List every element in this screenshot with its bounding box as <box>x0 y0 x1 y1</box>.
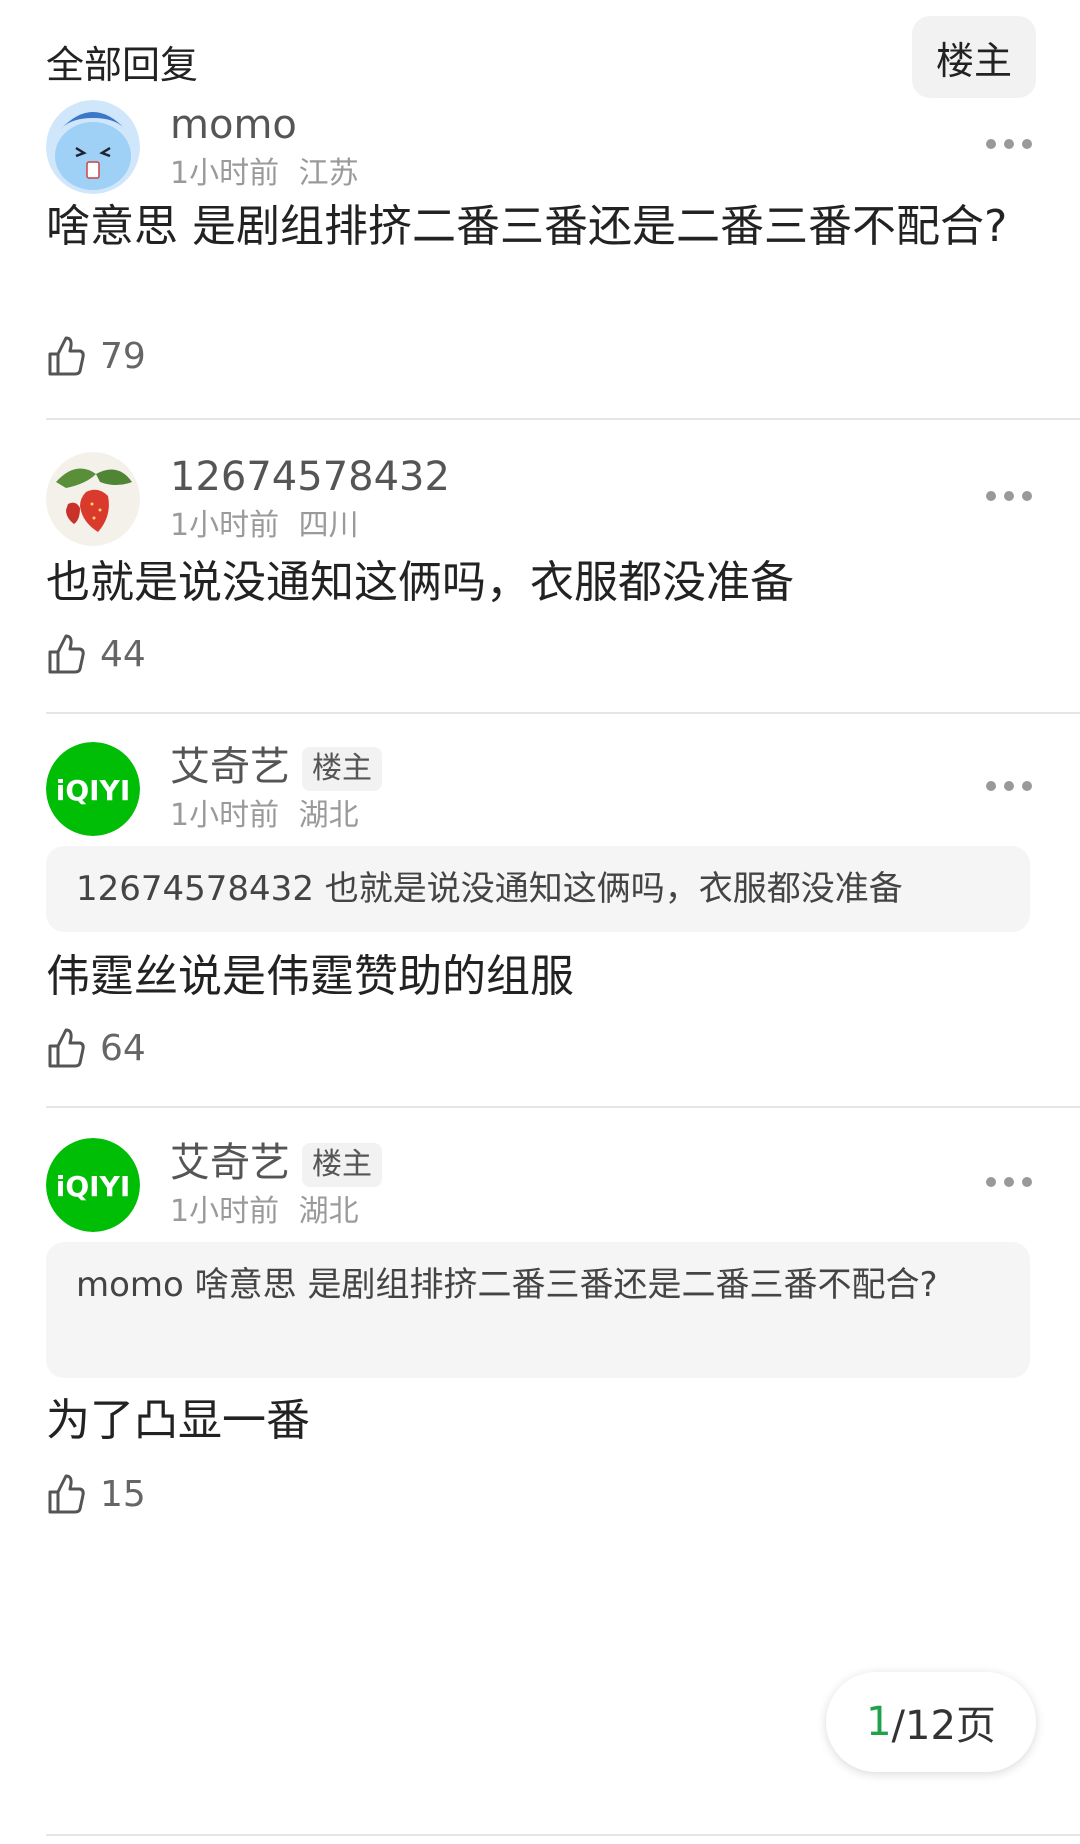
more-options-icon[interactable] <box>986 776 1034 796</box>
comment-meta: 1小时前 湖北 <box>170 1192 359 1232</box>
like-count: 64 <box>100 1027 146 1069</box>
thumbs-up-icon <box>48 336 85 376</box>
comment-meta: 1小时前 四川 <box>170 506 359 546</box>
comment-location: 湖北 <box>298 798 359 833</box>
divider <box>46 712 1080 714</box>
comment-time: 1小时前 <box>170 798 280 833</box>
thumbs-up-icon <box>48 1028 85 1068</box>
comment-item: momo 1小时前 江苏 啥意思 是剧组排挤二番三番还是二番三番不配合? 79 <box>0 100 1080 420</box>
like-count: 15 <box>100 1473 146 1515</box>
user-avatar[interactable]: iQIYI <box>46 742 140 836</box>
owner-badge: 楼主 <box>302 1143 382 1187</box>
like-count: 79 <box>100 335 146 377</box>
iqiyi-logo-text: iQIYI <box>56 774 131 807</box>
owner-only-button[interactable]: 楼主 <box>912 16 1036 98</box>
comment-item: iQIYI 艾奇艺 楼主 1小时前 湖北 12674578432 也就是说没通知这… <box>0 742 1080 1102</box>
like-button[interactable]: 64 <box>46 1018 146 1078</box>
like-button[interactable]: 79 <box>46 326 146 386</box>
comment-location: 江苏 <box>298 156 359 191</box>
quoted-reply[interactable]: momo 啥意思 是剧组排挤二番三番还是二番三番不配合? <box>46 1242 1030 1378</box>
username[interactable]: 艾奇艺 楼主 <box>170 742 382 792</box>
user-avatar[interactable] <box>46 452 140 546</box>
thumbs-up-icon <box>48 634 85 674</box>
total-pages: /12页 <box>891 1703 996 1749</box>
more-options-icon[interactable] <box>986 486 1034 506</box>
username[interactable]: momo <box>170 100 297 150</box>
comment-meta: 1小时前 湖北 <box>170 796 359 836</box>
like-button[interactable]: 15 <box>46 1464 146 1524</box>
owner-badge: 楼主 <box>302 747 382 791</box>
current-page: 1 <box>866 1699 892 1745</box>
like-button[interactable]: 44 <box>46 624 146 684</box>
user-avatar[interactable] <box>46 100 140 194</box>
comment-text: 伟霆丝说是伟霆赞助的组服 <box>46 951 574 1002</box>
comment-text: 啥意思 是剧组排挤二番三番还是二番三番不配合? <box>46 201 1008 252</box>
username-text[interactable]: 艾奇艺 <box>170 1140 290 1186</box>
comment-item: iQIYI 艾奇艺 楼主 1小时前 湖北 momo 啥意思 是剧组排挤二番三番还是… <box>0 1138 1080 1558</box>
comment-location: 四川 <box>298 508 359 543</box>
comment-text: 为了凸显一番 <box>46 1395 310 1446</box>
more-options-icon[interactable] <box>986 134 1034 154</box>
thumbs-up-icon <box>48 1474 85 1514</box>
comment-time: 1小时前 <box>170 508 280 543</box>
all-replies-title: 全部回复 <box>46 43 199 87</box>
comment-time: 1小时前 <box>170 156 280 191</box>
page-indicator[interactable]: 1/12页 <box>826 1672 1036 1772</box>
like-count: 44 <box>100 633 146 675</box>
comment-text: 也就是说没通知这俩吗，衣服都没准备 <box>46 557 794 608</box>
iqiyi-logo-text: iQIYI <box>56 1170 131 1203</box>
username[interactable]: 12674578432 <box>170 452 450 502</box>
quoted-reply[interactable]: 12674578432 也就是说没通知这俩吗，衣服都没准备 <box>46 846 1030 932</box>
user-avatar[interactable]: iQIYI <box>46 1138 140 1232</box>
divider <box>46 1106 1080 1108</box>
more-options-icon[interactable] <box>986 1172 1034 1192</box>
reply-header: 全部回复 楼主 <box>0 0 1080 110</box>
comment-location: 湖北 <box>298 1194 359 1229</box>
comment-time: 1小时前 <box>170 1194 280 1229</box>
divider <box>46 1834 1080 1836</box>
comment-item: 12674578432 1小时前 四川 也就是说没通知这俩吗，衣服都没准备 44 <box>0 452 1080 712</box>
username-text[interactable]: 艾奇艺 <box>170 744 290 790</box>
username[interactable]: 艾奇艺 楼主 <box>170 1138 382 1188</box>
divider <box>46 418 1080 420</box>
